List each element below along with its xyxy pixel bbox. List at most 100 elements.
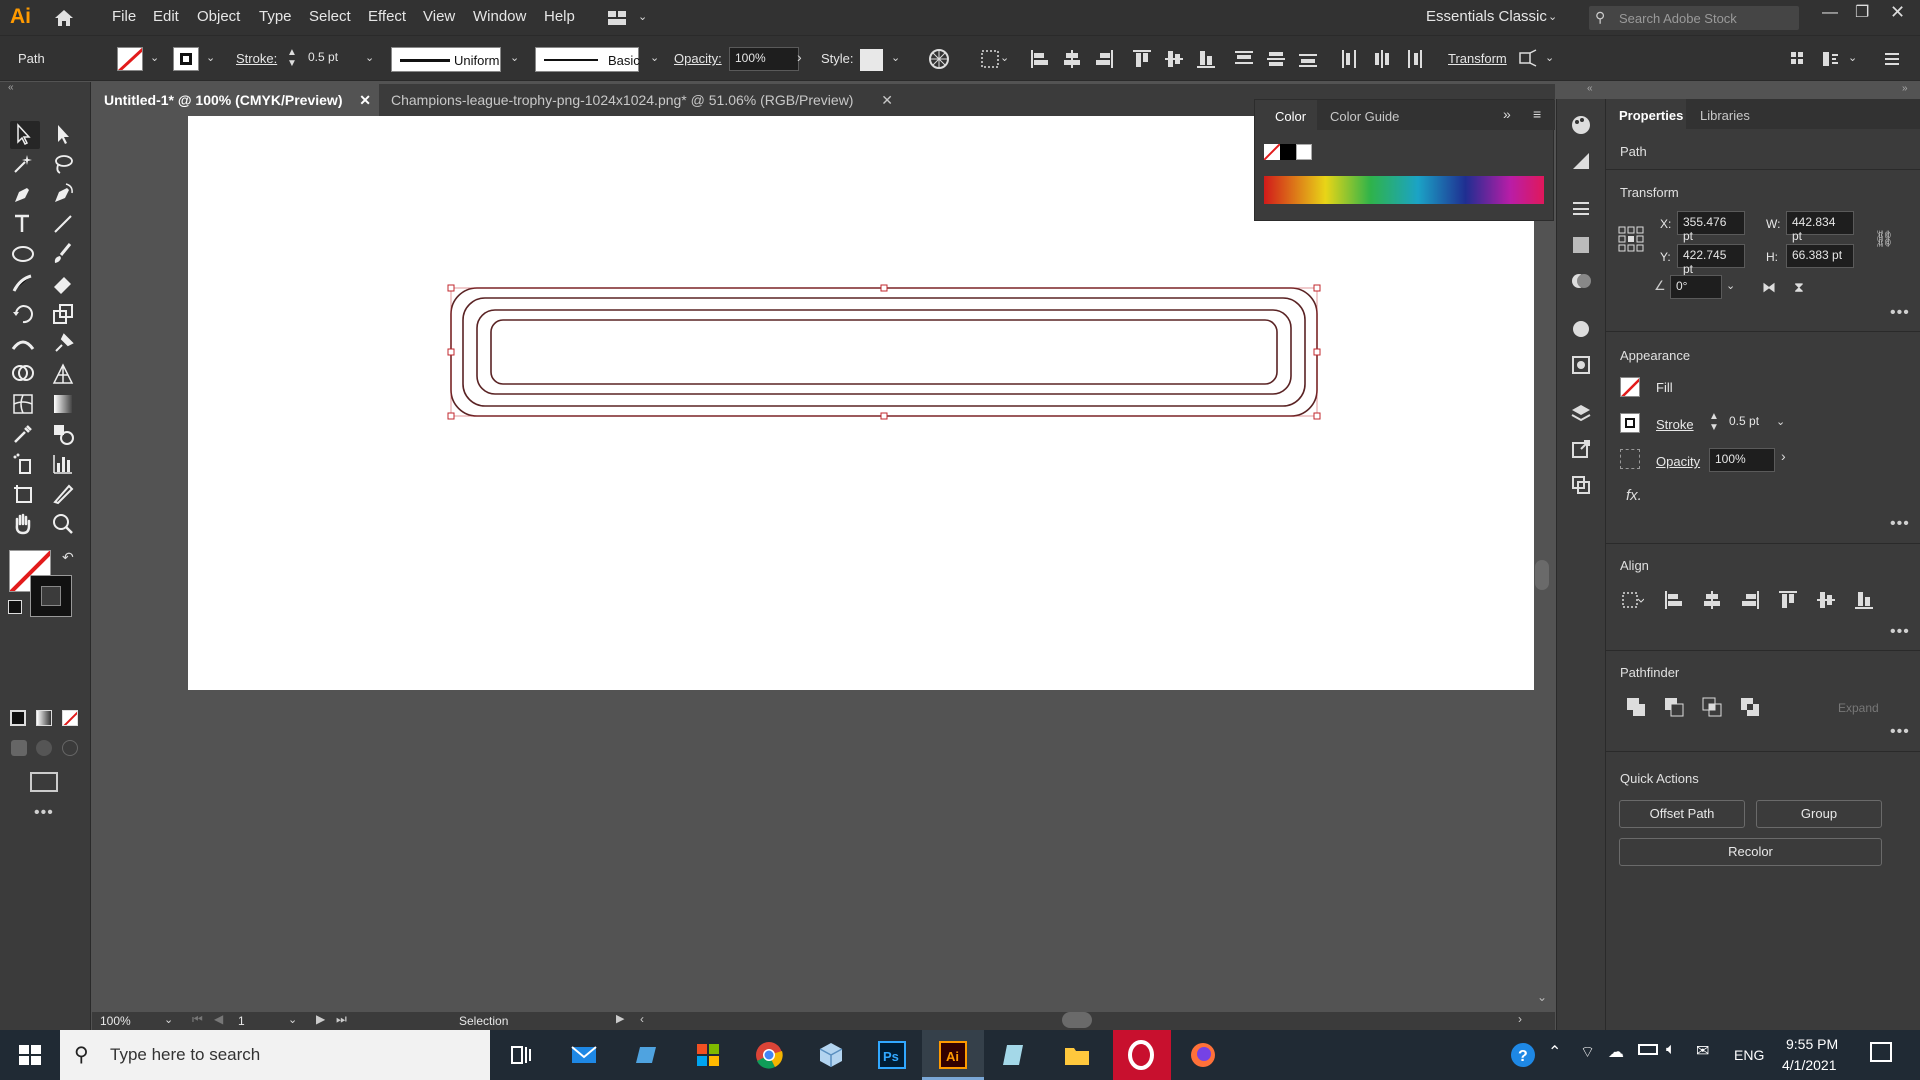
menu-file[interactable]: File bbox=[112, 8, 136, 25]
perspective-grid-tool-icon[interactable] bbox=[50, 361, 80, 389]
column-graph-tool-icon[interactable] bbox=[50, 451, 80, 479]
fill-none-swatch[interactable] bbox=[117, 47, 143, 71]
offset-path-button[interactable]: Offset Path bbox=[1619, 800, 1745, 828]
app-logo[interactable]: Ai bbox=[10, 5, 31, 29]
lasso-tool-icon[interactable] bbox=[50, 151, 80, 179]
fx-effects-button[interactable]: fx. bbox=[1626, 487, 1642, 504]
ellipse-tool-icon[interactable] bbox=[10, 241, 40, 269]
action-center-icon[interactable] bbox=[1870, 1042, 1892, 1062]
default-colors-icon[interactable] bbox=[8, 600, 22, 614]
chevron-right-icon[interactable]: › bbox=[797, 49, 802, 65]
menu-effect[interactable]: Effect bbox=[368, 8, 406, 25]
notification-app-icon[interactable]: ✉ bbox=[1696, 1041, 1709, 1061]
chevron-down-icon[interactable]: ⌄ bbox=[1545, 53, 1555, 64]
store-app-icon[interactable] bbox=[692, 1039, 724, 1071]
chevron-down-icon[interactable]: ⌄ bbox=[510, 53, 520, 64]
align-right-icon[interactable] bbox=[1092, 47, 1116, 71]
app-icon[interactable] bbox=[630, 1039, 662, 1071]
opacity-label-link[interactable]: Opacity bbox=[1656, 454, 1700, 469]
reference-point-icon[interactable] bbox=[1618, 226, 1644, 252]
pathfinder-unite-icon[interactable] bbox=[1624, 695, 1648, 719]
brush-definition[interactable]: Basic bbox=[535, 47, 640, 72]
h-field[interactable]: 66.383 pt bbox=[1786, 244, 1854, 268]
close-icon[interactable]: ✕ bbox=[1890, 2, 1905, 23]
opacity-field[interactable]: 100% bbox=[729, 47, 799, 71]
stroke-panel-icon[interactable] bbox=[1569, 197, 1593, 221]
first-artboard-icon[interactable]: ⏮ bbox=[192, 1012, 203, 1027]
distribute-hcenter-icon[interactable] bbox=[1370, 47, 1394, 71]
draw-behind-icon[interactable] bbox=[36, 740, 52, 756]
stroke-label[interactable]: Stroke: bbox=[236, 51, 277, 66]
collapse-arrows-icon[interactable]: » bbox=[1902, 83, 1908, 94]
photoshop-icon[interactable]: Ps bbox=[876, 1039, 908, 1071]
tab-color-guide[interactable]: Color Guide bbox=[1330, 109, 1399, 124]
pathfinder-exclude-icon[interactable] bbox=[1738, 695, 1762, 719]
workspace-switcher[interactable]: Essentials Classic bbox=[1426, 8, 1547, 25]
more-options-icon[interactable]: ••• bbox=[1890, 723, 1910, 741]
scroll-left-arrow[interactable]: ‹ bbox=[640, 1012, 644, 1026]
arrange-documents-icon[interactable] bbox=[605, 6, 629, 30]
chevron-down-icon[interactable]: ⌄ bbox=[150, 53, 160, 64]
appearance-panel-icon[interactable] bbox=[1569, 317, 1593, 341]
chevron-down-icon[interactable]: ⌄ bbox=[1848, 53, 1858, 64]
export-icon[interactable] bbox=[1569, 437, 1593, 461]
align-to-icon[interactable] bbox=[978, 47, 1002, 71]
draw-inside-icon[interactable] bbox=[62, 740, 78, 756]
firefox-icon[interactable] bbox=[1187, 1039, 1219, 1071]
help-icon[interactable]: ? bbox=[1507, 1039, 1539, 1071]
previous-artboard-icon[interactable]: ◀ bbox=[214, 1012, 223, 1026]
battery-icon[interactable] bbox=[1638, 1044, 1658, 1055]
pen-tool-icon[interactable] bbox=[10, 181, 40, 209]
more-options-icon[interactable]: ••• bbox=[1890, 304, 1910, 322]
align-to-icon[interactable] bbox=[1620, 588, 1644, 612]
scroll-right-arrow[interactable]: › bbox=[1518, 1012, 1522, 1026]
color-spectrum[interactable] bbox=[1264, 176, 1544, 204]
more-options-icon[interactable]: ••• bbox=[1890, 515, 1910, 533]
chevron-down-icon[interactable]: ⌄ bbox=[164, 1015, 174, 1026]
align-bottom-icon[interactable] bbox=[1852, 588, 1876, 612]
blend-tool-icon[interactable] bbox=[50, 421, 80, 449]
app-icon[interactable] bbox=[999, 1039, 1031, 1071]
none-mode-icon[interactable] bbox=[62, 710, 78, 726]
eraser-tool-icon[interactable] bbox=[50, 271, 80, 299]
menu-window[interactable]: Window bbox=[473, 8, 526, 25]
network-icon[interactable]: ⌔ bbox=[1580, 1042, 1595, 1062]
stroke-label-link[interactable]: Stroke bbox=[1656, 417, 1694, 432]
gradient-panel-icon[interactable] bbox=[1569, 233, 1593, 257]
selection-tool-icon[interactable] bbox=[10, 121, 40, 149]
direct-selection-tool-icon[interactable] bbox=[50, 121, 80, 149]
task-view-icon[interactable] bbox=[504, 1039, 536, 1071]
menu-select[interactable]: Select bbox=[309, 8, 351, 25]
clock-date[interactable]: 4/1/2021 bbox=[1782, 1057, 1837, 1073]
x-field[interactable]: 355.476 pt bbox=[1677, 211, 1745, 243]
gradient-tool-icon[interactable] bbox=[50, 391, 80, 419]
chevron-down-icon[interactable]: ⌄ bbox=[206, 53, 216, 64]
magic-wand-tool-icon[interactable] bbox=[10, 151, 40, 179]
chevron-down-icon[interactable]: ⌄ bbox=[1776, 417, 1786, 428]
collapse-arrows-icon[interactable]: « bbox=[8, 82, 14, 93]
appearance-stroke-swatch[interactable] bbox=[1620, 413, 1640, 433]
align-middle-icon[interactable] bbox=[1814, 588, 1838, 612]
chevron-down-icon[interactable]: ⌄ bbox=[1000, 53, 1010, 64]
flip-vertical-icon[interactable]: ⧗ bbox=[1794, 279, 1804, 296]
screen-mode-icon[interactable] bbox=[30, 772, 58, 792]
puppet-warp-tool-icon[interactable] bbox=[50, 331, 80, 359]
chevron-down-icon[interactable]: ⌄ bbox=[891, 53, 901, 64]
panel-arrange-icon[interactable] bbox=[1786, 47, 1810, 71]
zoom-level[interactable]: 100% bbox=[100, 1014, 131, 1028]
recolor-button[interactable]: Recolor bbox=[1619, 838, 1882, 866]
gradient-mode-icon[interactable] bbox=[36, 710, 52, 726]
align-bottom-icon[interactable] bbox=[1194, 47, 1218, 71]
stroke-stepper-icon[interactable]: ▲ ▼ bbox=[1709, 411, 1719, 433]
align-middle-icon[interactable] bbox=[1162, 47, 1186, 71]
menu-help[interactable]: Help bbox=[544, 8, 575, 25]
pathfinder-intersect-icon[interactable] bbox=[1700, 695, 1724, 719]
close-tab-icon[interactable]: ✕ bbox=[881, 84, 893, 116]
zoom-tool-icon[interactable] bbox=[50, 511, 80, 539]
appearance-fill-swatch[interactable] bbox=[1620, 377, 1640, 397]
appearance-stroke-field[interactable]: 0.5 pt bbox=[1724, 411, 1774, 435]
panel-menu-icon[interactable]: ≡ bbox=[1533, 106, 1541, 122]
input-language[interactable]: ENG bbox=[1734, 1047, 1764, 1063]
volume-icon[interactable]: 🔈︎ bbox=[1666, 1041, 1676, 1059]
curvature-tool-icon[interactable] bbox=[50, 181, 80, 209]
